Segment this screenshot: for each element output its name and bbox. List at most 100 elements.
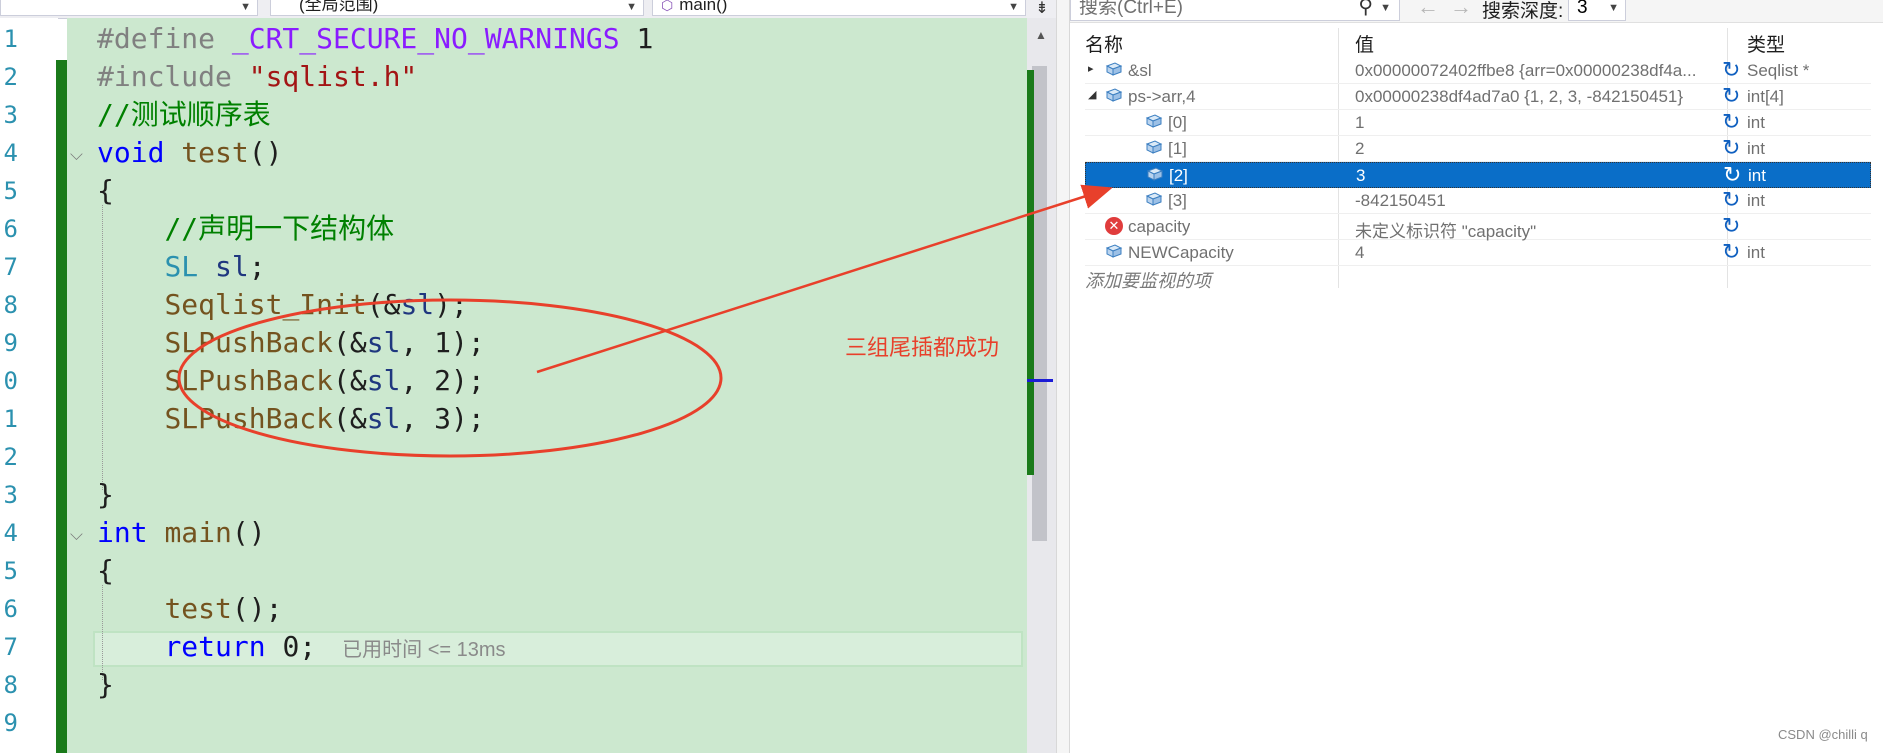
column-header-value[interactable]: 值 (1355, 30, 1374, 57)
column-header-type[interactable]: 类型 (1747, 30, 1785, 57)
variable-object-icon (1146, 167, 1164, 181)
code-line[interactable]: SLPushBack(&sl, 1); (97, 324, 653, 362)
code-line[interactable]: int main() (97, 514, 653, 552)
split-window-icon[interactable]: ⇟ (1030, 0, 1054, 18)
search-depth-select[interactable]: 3 ▼ (1568, 0, 1626, 21)
annotation-label: 三组尾插都成功 (845, 335, 1000, 360)
watch-value-cell[interactable]: 0x00000238df4ad7a0 {1, 2, 3, -842150451} (1355, 87, 1715, 107)
code-token: (& (366, 288, 401, 321)
refresh-icon[interactable]: ↻ (1722, 214, 1740, 238)
code-line[interactable]: Seqlist_Init(&sl); (97, 286, 653, 324)
pane-splitter[interactable] (1056, 0, 1070, 753)
watch-value-cell[interactable]: 0x00000072402ffbe8 {arr=0x00000238df4a..… (1355, 61, 1715, 81)
scroll-up-icon[interactable]: ▲ (1035, 28, 1047, 42)
code-line[interactable] (97, 704, 653, 742)
function-selector[interactable]: ⬡ main() ▼ (652, 0, 1026, 16)
code-line[interactable]: test(); (97, 590, 653, 628)
watch-row[interactable]: [2] 3 ↻ int (1085, 162, 1871, 188)
code-line[interactable] (97, 438, 653, 476)
watch-grid-header: 名称 值 类型 (1085, 28, 1871, 57)
watch-value-cell[interactable]: 3 (1356, 166, 1716, 186)
search-next-icon[interactable]: → (1450, 0, 1472, 20)
watch-name-cell[interactable]: [3] (1168, 191, 1187, 211)
code-line[interactable]: } (97, 666, 653, 704)
watch-value-cell[interactable]: 1 (1355, 113, 1715, 133)
watch-name-cell[interactable]: [2] (1169, 166, 1188, 186)
add-watch-item[interactable]: 添加要监视的项 (1085, 267, 1211, 293)
refresh-icon[interactable]: ↻ (1722, 84, 1740, 108)
search-previous-icon[interactable]: ← (1417, 0, 1439, 20)
code-line[interactable]: { (97, 552, 653, 590)
expand-arrow-icon[interactable]: ▸ (1088, 62, 1094, 75)
collapse-arrow-icon[interactable]: ◢ (1088, 88, 1096, 101)
line-number: 2 (3, 63, 18, 91)
chevron-down-icon[interactable]: ▼ (1380, 0, 1391, 20)
code-token: main (164, 516, 232, 549)
code-line[interactable]: #define _CRT_SECURE_NO_WARNINGS 1 (97, 20, 653, 58)
source-code[interactable]: #define _CRT_SECURE_NO_WARNINGS 1 #includ… (97, 20, 653, 742)
refresh-icon[interactable]: ↻ (1722, 58, 1740, 82)
code-line[interactable]: SL sl; (97, 248, 653, 286)
watch-value-cell[interactable]: 4 (1355, 243, 1715, 263)
watch-row[interactable]: NEWCapacity 4 ↻ int (1085, 240, 1871, 266)
watch-row[interactable]: ▸ &sl 0x00000072402ffbe8 {arr=0x00000238df… (1085, 58, 1871, 84)
watch-name-cell[interactable]: ps->arr,4 (1128, 87, 1196, 107)
watch-search-input[interactable]: 搜索(Ctrl+E) ⚲ ▼ (1070, 0, 1400, 21)
code-line[interactable]: //声明一下结构体 (97, 210, 653, 248)
line-number: 9 (3, 709, 18, 737)
line-number: 8 (3, 291, 18, 319)
code-line[interactable]: #include "sqlist.h" (97, 58, 653, 96)
line-numbers: 1 2 3 4 5 6 7 8 9 0 1 2 3 4 5 6 7 8 9 (0, 20, 18, 742)
watch-name-cell[interactable]: capacity (1128, 217, 1190, 237)
line-number: 5 (3, 557, 18, 585)
refresh-icon[interactable]: ↻ (1722, 110, 1740, 134)
line-number: 4 (3, 519, 18, 547)
refresh-icon[interactable]: ↻ (1722, 188, 1740, 212)
fold-toggle-icon[interactable]: ⌵ (70, 145, 83, 165)
code-token: SL (164, 250, 199, 283)
search-placeholder: 搜索(Ctrl+E) (1079, 0, 1183, 18)
code-token: sl (366, 326, 401, 359)
watch-row[interactable]: ◢ ps->arr,4 0x00000238df4ad7a0 {1, 2, 3, -… (1085, 84, 1871, 110)
watch-name-cell[interactable]: [0] (1168, 113, 1187, 133)
code-line[interactable]: return 0; 已用时间 <= 13ms (97, 628, 653, 666)
code-line[interactable]: SLPushBack(&sl, 3); (97, 400, 653, 438)
refresh-icon[interactable]: ↻ (1722, 240, 1740, 264)
watch-row[interactable]: [0] 1 ↻ int (1085, 110, 1871, 136)
watch-name-cell[interactable]: &sl (1128, 61, 1152, 81)
perf-tip[interactable]: 已用时间 <= 13ms (342, 639, 505, 661)
watch-value-cell[interactable]: 2 (1355, 139, 1715, 159)
column-header-name[interactable]: 名称 (1085, 30, 1123, 57)
code-token: sl (366, 402, 401, 435)
project-selector[interactable]: ▼ (0, 0, 258, 16)
code-editor[interactable]: ▼ (全局范围) ▼ ⬡ main() ▼ ⇟ 12345678901234567… (0, 0, 1056, 753)
watch-type-cell: int[4] (1747, 87, 1784, 106)
code-line[interactable]: SLPushBack(&sl, 2); (97, 362, 653, 400)
code-line[interactable]: void test() (97, 134, 653, 172)
code-line[interactable]: } (97, 476, 653, 514)
watch-value-cell[interactable]: 未定义标识符 "capacity" (1355, 217, 1715, 242)
function-selector-label: main() (679, 0, 728, 14)
code-line[interactable]: { (97, 172, 653, 210)
refresh-icon[interactable]: ↻ (1722, 136, 1740, 160)
fold-toggle-icon[interactable]: ⌵ (70, 525, 83, 545)
line-number: 2 (3, 443, 18, 471)
line-number: 6 (3, 595, 18, 623)
watch-name-cell[interactable]: [1] (1168, 139, 1187, 159)
code-line[interactable]: //测试顺序表 (97, 96, 653, 134)
watch-name-cell[interactable]: NEWCapacity (1128, 243, 1234, 263)
search-icon[interactable]: ⚲ (1358, 0, 1373, 19)
scope-selector[interactable]: (全局范围) ▼ (270, 0, 644, 16)
scrollbar-thumb[interactable] (1032, 66, 1047, 541)
watch-row[interactable]: [1] 2 ↻ int (1085, 136, 1871, 162)
refresh-icon[interactable]: ↻ (1723, 163, 1741, 187)
watch-row[interactable]: [3] -842150451 ↻ int (1085, 188, 1871, 214)
code-token: 1 (619, 22, 654, 55)
watch-row[interactable]: ✕ capacity 未定义标识符 "capacity" ↻ (1085, 214, 1871, 242)
code-token: } (97, 478, 114, 511)
editor-vertical-scrollbar[interactable]: ▲ (1027, 18, 1056, 753)
watch-value-cell[interactable]: -842150451 (1355, 191, 1715, 211)
